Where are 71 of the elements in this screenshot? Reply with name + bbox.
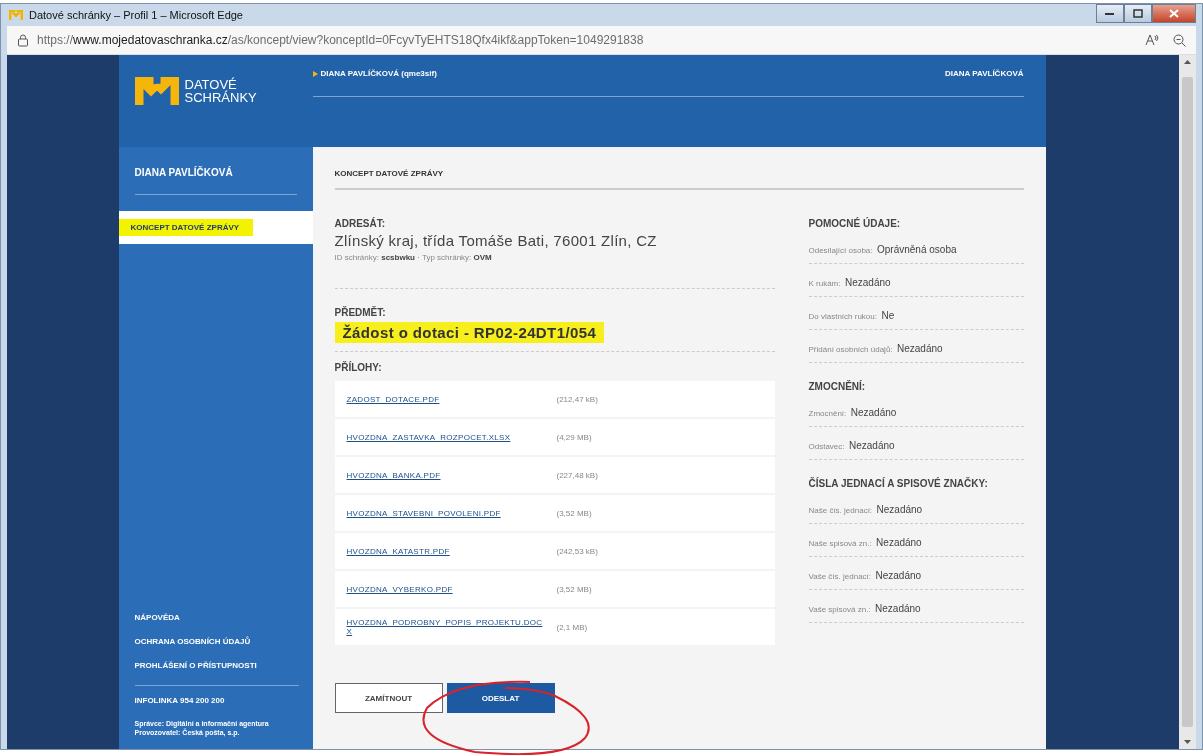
field-label: Odesílající osoba: xyxy=(808,246,873,255)
field-value: Nezadáno xyxy=(897,343,943,354)
recipient-details: ID schránky: scsbwku · Typ schránky: OVM xyxy=(334,253,493,262)
window-title: Datové schránky – Profil 1 – Microsoft Edge xyxy=(29,9,243,21)
field-value: Nezadáno xyxy=(876,537,922,548)
subject-text: Žádost o dotaci - RP02-24DT1/054 xyxy=(334,322,605,343)
field-value: Nezadáno xyxy=(875,603,921,614)
attachment-size: (3,52 MB) xyxy=(555,508,593,518)
logo-text: DATOVÉ SCHRÁNKY xyxy=(184,78,257,104)
sidebar-item[interactable]: KONCEPT DATOVÉ ZPRÁVY xyxy=(118,211,313,244)
recipient-name: Zlínský kraj, třída Tomáše Bati, 76001 Zlín, CZ xyxy=(334,232,658,249)
field-value: Ne xyxy=(881,310,895,321)
logo-icon xyxy=(134,77,179,105)
close-button[interactable] xyxy=(1152,3,1196,23)
attachment-link[interactable]: HVOZDNA_VYBERKO.PDF xyxy=(346,584,543,594)
minimize-button[interactable] xyxy=(1096,3,1124,23)
field-label: Odstavec: xyxy=(808,442,845,451)
minimize-icon[interactable] xyxy=(1105,10,1115,16)
attachment-link[interactable]: HVOZDNA_PODROBNY_POPIS_PROJEKTU.DOCX xyxy=(346,618,543,636)
field-label: Vaše spisová zn.: xyxy=(808,605,871,614)
page-title: KONCEPT DATOVÉ ZPRÁVY xyxy=(334,147,1024,190)
attachment-size: (242,53 kB) xyxy=(555,546,599,556)
attachment-size: (3,52 MB) xyxy=(555,584,593,594)
section-label: ADRESÁT: xyxy=(334,218,387,229)
close-icon[interactable] xyxy=(1169,8,1179,18)
attachment-link[interactable]: HVOZDNA_KATASTR.PDF xyxy=(346,546,543,556)
section-label: POMOCNÉ ÚDAJE: xyxy=(808,218,902,229)
field-label: Vaše čís. jednací: xyxy=(808,572,872,581)
user-name[interactable]: DIANA PAVLÍČKOVÁ xyxy=(944,69,1024,78)
footer-link[interactable]: NÁPOVĚDA xyxy=(134,613,313,622)
reject-button[interactable]: ZAMÍTNOUT xyxy=(334,683,443,713)
zoom-out-icon[interactable] xyxy=(1173,33,1186,47)
field-value: Nezadáno xyxy=(844,277,891,288)
attachment-size: (2,1 MB) xyxy=(555,622,589,632)
attachment-link[interactable]: ZADOST_DOTACE.PDF xyxy=(346,394,543,404)
field-label: Naše čís. jednací: xyxy=(808,506,873,515)
field-label: Zmocnění: xyxy=(808,409,847,418)
section-label: PŘÍLOHY: xyxy=(334,362,383,373)
scrollbar[interactable] xyxy=(1179,55,1196,749)
attachment-link[interactable]: HVOZDNA_BANKA.PDF xyxy=(346,470,543,480)
attachment-link[interactable]: HVOZDNA_STAVEBNI_POVOLENI.PDF xyxy=(346,508,543,518)
site-logo-icon xyxy=(9,10,23,20)
attachment-size: (227,48 kB) xyxy=(555,470,599,480)
field-label: Přidání osobních údajů: xyxy=(808,345,893,354)
field-value: Oprávněná osoba xyxy=(877,244,957,255)
hotline-text: INFOLINKA 954 200 200 xyxy=(134,696,226,705)
field-label: Naše spisová zn.: xyxy=(808,539,872,548)
user-link[interactable]: DIANA PAVLÍČKOVÁ (qme3sif) xyxy=(320,69,437,78)
maximize-icon[interactable] xyxy=(1133,8,1143,18)
field-label: K rukám: xyxy=(808,279,841,288)
footer-link[interactable]: PROHLÁŠENÍ O PŘÍSTUPNOSTI xyxy=(134,661,313,670)
read-aloud-icon[interactable] xyxy=(1145,34,1159,46)
section-label: ZMOCNĚNÍ: xyxy=(808,381,867,392)
field-value: Nezadáno xyxy=(850,407,897,418)
field-value: Nezadáno xyxy=(875,570,922,581)
sidebar-title: DIANA PAVLÍČKOVÁ xyxy=(134,167,297,195)
attachment-size: (212,47 kB) xyxy=(555,394,599,404)
scroll-up-icon[interactable] xyxy=(1183,59,1192,65)
send-button[interactable]: ODESLAT xyxy=(446,683,555,713)
scroll-down-icon[interactable] xyxy=(1183,739,1192,745)
maximize-button[interactable] xyxy=(1124,3,1152,23)
field-value: Nezadáno xyxy=(876,504,923,515)
lock-icon[interactable] xyxy=(17,33,29,47)
section-label: ČÍSLA JEDNACÍ A SPISOVÉ ZNAČKY: xyxy=(808,478,989,489)
footer-link[interactable]: OCHRANA OSOBNÍCH ÚDAJŮ xyxy=(134,637,313,646)
section-label: PŘEDMĚT: xyxy=(334,307,387,318)
triangle-icon xyxy=(312,70,318,77)
attachment-link[interactable]: HVOZDNA_ZASTAVKA_ROZPOCET.XLSX xyxy=(346,432,543,442)
field-value: Nezadáno xyxy=(848,440,895,451)
field-label: Do vlastních rukou: xyxy=(808,312,877,321)
attachment-size: (4,29 MB) xyxy=(555,432,593,442)
